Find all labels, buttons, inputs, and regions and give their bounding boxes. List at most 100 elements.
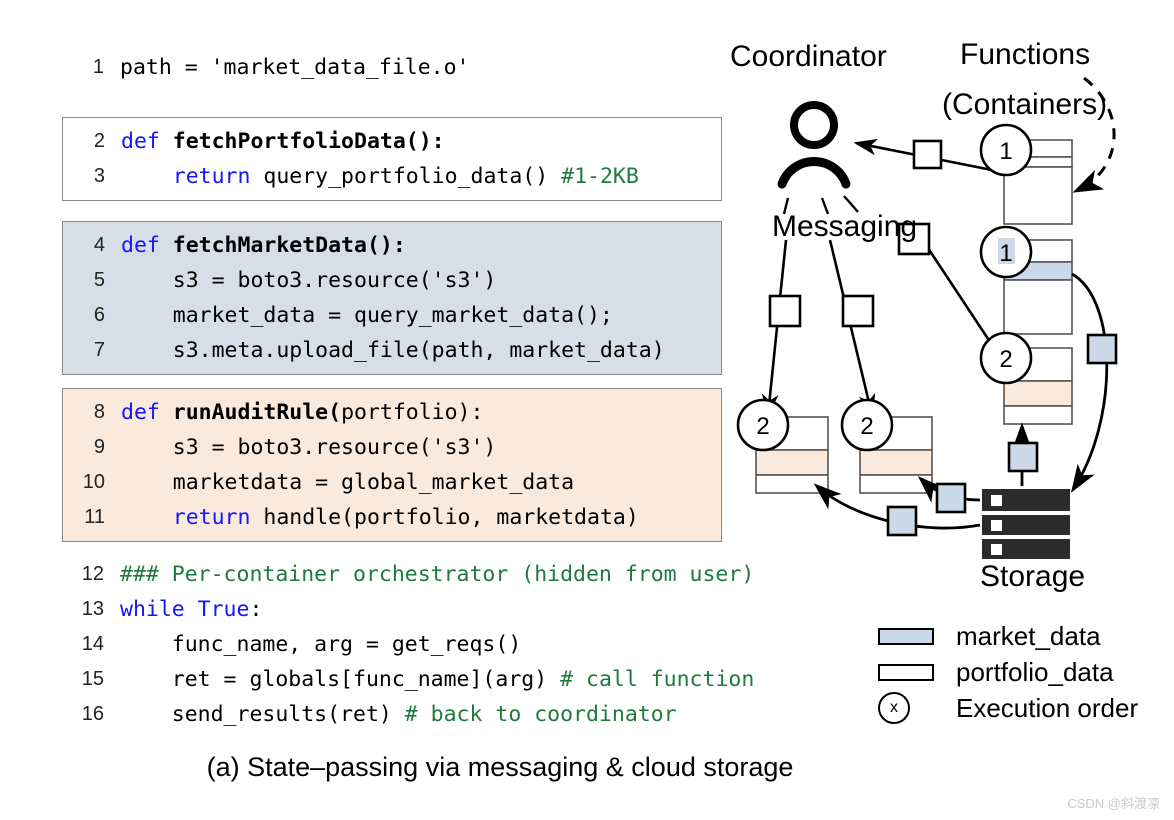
code-line: 2 def fetchPortfolioData(): <box>63 124 721 159</box>
code-token: return <box>172 164 251 189</box>
code-line: 8 def runAuditRule(portfolio): <box>63 395 721 430</box>
legend-swatch-wrap <box>878 627 956 645</box>
line-number: 10 <box>82 471 105 493</box>
storage-label: Storage <box>980 560 1086 593</box>
code-token: runAuditRule( <box>172 400 342 425</box>
portfolio-data-swatch-icon <box>878 663 934 681</box>
code-token: fetchMarketData(): <box>172 233 406 258</box>
code-block-4: 8 def runAuditRule(portfolio): 9 s3 = boto… <box>62 388 722 542</box>
code-text: while True: <box>120 592 262 627</box>
code-token: : <box>249 597 263 622</box>
line-number: 15 <box>81 668 104 690</box>
execution-order-marker-container3: 2 <box>979 331 1033 385</box>
functions-label-line1: Functions <box>960 38 1091 71</box>
line-number: 13 <box>81 598 104 620</box>
code-text: ret = globals[func_name](arg) # call fun… <box>120 662 755 697</box>
marker-label: 2 <box>756 413 769 440</box>
code-token: ### Per-container orchestrator (hidden f… <box>120 562 755 587</box>
code-text: path = 'market_data_file.o' <box>120 50 470 85</box>
code-pane: 1 path = 'market_data_file.o' 2 def fetchPo… <box>0 0 755 760</box>
line-number: 4 <box>93 234 105 256</box>
legend: market_data portfolio_data x Execution o… <box>878 618 1174 726</box>
legend-label: Execution order <box>956 692 1139 723</box>
code-token: path = 'market_data_file.o' <box>120 55 470 80</box>
code-text: return query_portfolio_data() #1-2KB <box>121 159 639 194</box>
code-text: ### Per-container orchestrator (hidden f… <box>120 557 754 592</box>
line-number: 9 <box>93 436 105 458</box>
market-data-swatch-icon <box>878 627 934 645</box>
code-line: 16 send_results(ret) # back to coordinat… <box>62 697 740 732</box>
marker-label: 1 <box>999 240 1012 267</box>
code-token: return <box>172 505 251 530</box>
code-block-3: 4 def fetchMarketData(): 5 s3 = boto3.reso… <box>62 221 722 375</box>
code-token: marketdata = global_market_data <box>121 470 575 495</box>
code-text: send_results(ret) # back to coordinator <box>120 697 677 732</box>
line-number: 5 <box>93 269 105 291</box>
code-line: 14 func_name, arg = get_reqs() <box>62 627 740 662</box>
code-text: s3 = boto3.resource('s3') <box>121 263 497 298</box>
functions-label-line2: (Containers) <box>942 88 1108 121</box>
legend-label: market_data <box>956 620 1101 651</box>
code-block-5: 12 ### Per-container orchestrator (hidden… <box>62 557 755 732</box>
code-line: 6 market_data = query_market_data(); <box>63 298 721 333</box>
code-line: 3 return query_portfolio_data() #1-2KB <box>63 159 721 194</box>
code-line: 5 s3 = boto3.resource('s3') <box>63 263 721 298</box>
code-text: return handle(portfolio, marketdata) <box>121 500 639 535</box>
code-line: 10 marketdata = global_market_data <box>63 465 721 500</box>
figure-caption: (a) State–passing via messaging & cloud … <box>206 752 794 782</box>
code-text: func_name, arg = get_reqs() <box>120 627 522 662</box>
code-line: 9 s3 = boto3.resource('s3') <box>63 430 721 465</box>
line-number: 11 <box>84 506 105 528</box>
code-line: 15 ret = globals[func_name](arg) # call … <box>62 662 755 697</box>
line-number: 14 <box>81 633 104 655</box>
code-token: # back to coordinator <box>404 702 677 727</box>
line-number: 6 <box>93 304 105 326</box>
code-token: market_data = query_market_data(); <box>121 303 613 328</box>
code-token: func_name, arg = get_reqs() <box>120 632 522 657</box>
marker-label: 2 <box>999 346 1012 373</box>
code-token: send_results(ret) <box>120 702 405 727</box>
code-text: def runAuditRule(portfolio): <box>121 395 483 430</box>
code-text: def fetchMarketData(): <box>121 228 406 263</box>
execution-order-marker-left-b: 2 <box>840 398 894 452</box>
code-line: 7 s3.meta.upload_file(path, market_data) <box>63 333 721 368</box>
code-token: def <box>121 400 173 425</box>
legend-swatch-wrap <box>878 663 956 681</box>
legend-swatch-wrap: x <box>878 692 956 724</box>
code-token: query_portfolio_data() <box>250 164 562 189</box>
code-text: s3 = boto3.resource('s3') <box>121 430 497 465</box>
code-block-1: 1 path = 'market_data_file.o' <box>62 50 734 85</box>
code-text: market_data = query_market_data(); <box>121 298 613 333</box>
marker-label: 1 <box>999 138 1012 165</box>
figure-root: 1 path = 'market_data_file.o' 2 def fetchPo… <box>0 0 1174 820</box>
execution-order-marker-container1: 1 <box>979 123 1033 177</box>
code-line: 4 def fetchMarketData(): <box>63 228 721 263</box>
code-token: def <box>121 129 173 154</box>
line-number: 12 <box>81 563 104 585</box>
legend-label: portfolio_data <box>956 656 1114 687</box>
code-line: 11 return handle(portfolio, marketdata) <box>63 500 721 535</box>
legend-row-market-data: market_data <box>878 618 1174 654</box>
code-token: while True <box>120 597 250 622</box>
code-text: marketdata = global_market_data <box>121 465 574 500</box>
coordinator-person-icon <box>777 101 851 189</box>
code-token: #1-2KB <box>561 164 639 189</box>
code-token: def <box>121 233 173 258</box>
line-number: 8 <box>93 401 105 423</box>
marker-label: 2 <box>860 413 873 440</box>
code-token: s3 = boto3.resource('s3') <box>121 435 497 460</box>
arrow-storage-to-container3 <box>1007 422 1039 486</box>
line-number: 2 <box>93 130 105 152</box>
execution-order-marker-left-a: 2 <box>736 398 790 452</box>
execution-order-marker-container2: 1 <box>979 225 1033 279</box>
legend-row-execution-order: x Execution order <box>878 690 1174 726</box>
code-text: def fetchPortfolioData(): <box>121 124 445 159</box>
code-token: ret = globals[func_name](arg) <box>120 667 561 692</box>
code-token: s3 = boto3.resource('s3') <box>121 268 497 293</box>
code-text: s3.meta.upload_file(path, market_data) <box>121 333 665 368</box>
code-line: 12 ### Per-container orchestrator (hidden… <box>62 557 755 592</box>
code-line: 1 path = 'market_data_file.o' <box>62 50 734 85</box>
line-number: 16 <box>81 703 104 725</box>
storage-icon <box>982 489 1070 559</box>
